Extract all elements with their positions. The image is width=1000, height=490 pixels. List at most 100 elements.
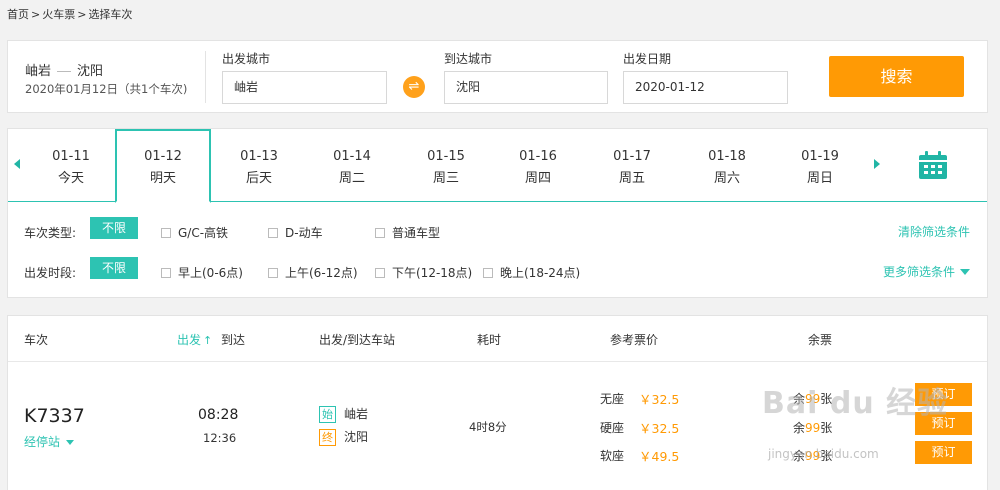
- train-type-option[interactable]: D-动车: [268, 224, 323, 241]
- train-type-label: 车次类型:: [24, 226, 77, 240]
- chevron-down-icon: [960, 269, 970, 275]
- header-train: 车次: [24, 333, 49, 347]
- date-tab-date: 01-12: [144, 149, 182, 164]
- date-tab-day: 后天: [245, 171, 272, 186]
- breadcrumb-home[interactable]: 首页: [7, 8, 29, 21]
- date-tab-date: 01-13: [240, 149, 278, 164]
- header-arrive[interactable]: 到达: [221, 331, 245, 348]
- date-tab[interactable]: 01-15 周三: [398, 129, 494, 202]
- date-tab[interactable]: 01-11 今天: [23, 129, 119, 202]
- start-station-icon: 始: [319, 406, 336, 423]
- arrive-time: 12:36: [203, 431, 237, 445]
- date-input[interactable]: 2020-01-12: [623, 71, 788, 104]
- stops-link[interactable]: 经停站: [24, 433, 75, 450]
- date-tab-day: 明天: [149, 171, 176, 186]
- from-station-name: 岫岩: [344, 407, 369, 421]
- option-label: 早上(0-6点): [178, 266, 243, 280]
- date-tab-date: 01-19: [801, 149, 839, 164]
- table-header: 车次 出发 ↑ 到达 出发/到达车站 耗时 参考票价 余票: [8, 316, 987, 362]
- checkbox[interactable]: [268, 228, 278, 238]
- train-type-all-button[interactable]: 不限: [90, 217, 138, 239]
- date-tab-date: 01-11: [52, 149, 90, 164]
- date-tab[interactable]: 01-19 周日: [772, 129, 868, 202]
- date-tab[interactable]: 01-14 周二: [304, 129, 400, 202]
- route-date-count: 2020年01月12日（共1个车次): [25, 82, 188, 96]
- depart-time: 08:28: [198, 407, 239, 423]
- from-city-label: 出发城市: [222, 52, 271, 66]
- to-city-label: 到达城市: [444, 52, 493, 66]
- remaining-prefix: 余: [793, 421, 806, 435]
- train-type-option[interactable]: G/C-高铁: [161, 224, 228, 241]
- train-number[interactable]: K7337: [24, 405, 85, 427]
- depart-time-all-button[interactable]: 不限: [90, 257, 138, 279]
- watermark-url: jingyan.baidu.com: [768, 447, 879, 461]
- seat-price: ￥32.5: [639, 421, 680, 436]
- date-tab-day: 周日: [806, 171, 833, 186]
- from-station: 始岫岩: [319, 405, 368, 423]
- date-tab-date: 01-14: [333, 149, 371, 164]
- checkbox[interactable]: [161, 268, 171, 278]
- header-stations: 出发/到达车站: [319, 333, 396, 347]
- date-tab-date: 01-18: [708, 149, 746, 164]
- checkbox[interactable]: [161, 228, 171, 238]
- end-station-icon: 终: [319, 429, 336, 446]
- time-option[interactable]: 下午(12-18点): [375, 264, 472, 281]
- date-tab[interactable]: 01-17 周五: [584, 129, 680, 202]
- divider: [205, 51, 206, 103]
- checkbox[interactable]: [268, 268, 278, 278]
- header-depart-sort[interactable]: 出发 ↑: [177, 331, 212, 348]
- checkbox[interactable]: [375, 228, 385, 238]
- date-filter-panel: 01-11 今天 01-12 明天 01-13 后天 01-14 周二 01-1…: [7, 128, 988, 298]
- date-tab[interactable]: 01-13 后天: [211, 129, 307, 202]
- date-tab-day: 今天: [57, 171, 84, 186]
- date-tab-day: 周二: [338, 171, 365, 186]
- seat-price: ￥49.5: [639, 449, 680, 464]
- option-label: 普通车型: [392, 226, 441, 240]
- time-option[interactable]: 晚上(18-24点): [483, 264, 580, 281]
- chevron-down-icon: [66, 440, 75, 445]
- seat-type: 无座: [600, 392, 625, 406]
- route-summary: 岫岩 沈阳: [25, 60, 103, 79]
- checkbox[interactable]: [483, 268, 493, 278]
- more-filters-label: 更多筛选条件: [882, 265, 955, 279]
- from-city-input[interactable]: 岫岩: [222, 71, 387, 104]
- to-city-input[interactable]: 沈阳: [444, 71, 608, 104]
- seat-type: 硬座: [600, 421, 625, 435]
- date-tab-day: 周三: [432, 171, 459, 186]
- date-tab-day: 周五: [618, 171, 645, 186]
- time-option[interactable]: 早上(0-6点): [161, 264, 243, 281]
- stops-label: 经停站: [24, 435, 61, 449]
- search-button[interactable]: 搜索: [829, 56, 964, 97]
- date-tab[interactable]: 01-18 周六: [679, 129, 775, 202]
- header-duration[interactable]: 耗时: [477, 331, 501, 348]
- train-type-option[interactable]: 普通车型: [375, 224, 440, 241]
- date-tabs: 01-11 今天 01-12 明天 01-13 后天 01-14 周二 01-1…: [8, 129, 987, 203]
- breadcrumb-sep: >: [31, 8, 41, 21]
- option-label: 下午(12-18点): [392, 266, 473, 280]
- date-tab-active[interactable]: 01-12 明天: [115, 129, 211, 203]
- to-station: 终沈阳: [319, 428, 368, 446]
- seat-price: ￥32.5: [639, 392, 680, 407]
- date-tab-date: 01-15: [427, 149, 465, 164]
- book-button[interactable]: 预订: [915, 441, 972, 464]
- prev-dates-icon[interactable]: [14, 159, 20, 169]
- date-tab-date: 01-17: [613, 149, 651, 164]
- sort-up-icon: ↑: [203, 334, 213, 347]
- option-label: D-动车: [285, 226, 323, 240]
- to-station-name: 沈阳: [344, 430, 369, 444]
- next-dates-icon[interactable]: [874, 159, 880, 169]
- checkbox[interactable]: [375, 268, 385, 278]
- calendar-icon[interactable]: [918, 151, 948, 180]
- breadcrumb: 首页 > 火车票 > 选择车次: [7, 6, 134, 22]
- clear-filters-link[interactable]: 清除筛选条件: [898, 223, 970, 240]
- date-tab[interactable]: 01-16 周四: [490, 129, 586, 202]
- header-price: 参考票价: [610, 333, 659, 347]
- date-tab-date: 01-16: [519, 149, 557, 164]
- duration: 4时8分: [469, 420, 507, 434]
- time-option[interactable]: 上午(6-12点): [268, 264, 358, 281]
- more-filters-link[interactable]: 更多筛选条件: [883, 263, 970, 280]
- swap-cities-icon[interactable]: ⇌: [403, 76, 425, 98]
- option-label: 上午(6-12点): [285, 266, 358, 280]
- breadcrumb-train[interactable]: 火车票: [42, 8, 75, 21]
- search-panel: 岫岩 沈阳 2020年01月12日（共1个车次) 出发城市 岫岩 ⇌ 到达城市 沈…: [7, 40, 988, 113]
